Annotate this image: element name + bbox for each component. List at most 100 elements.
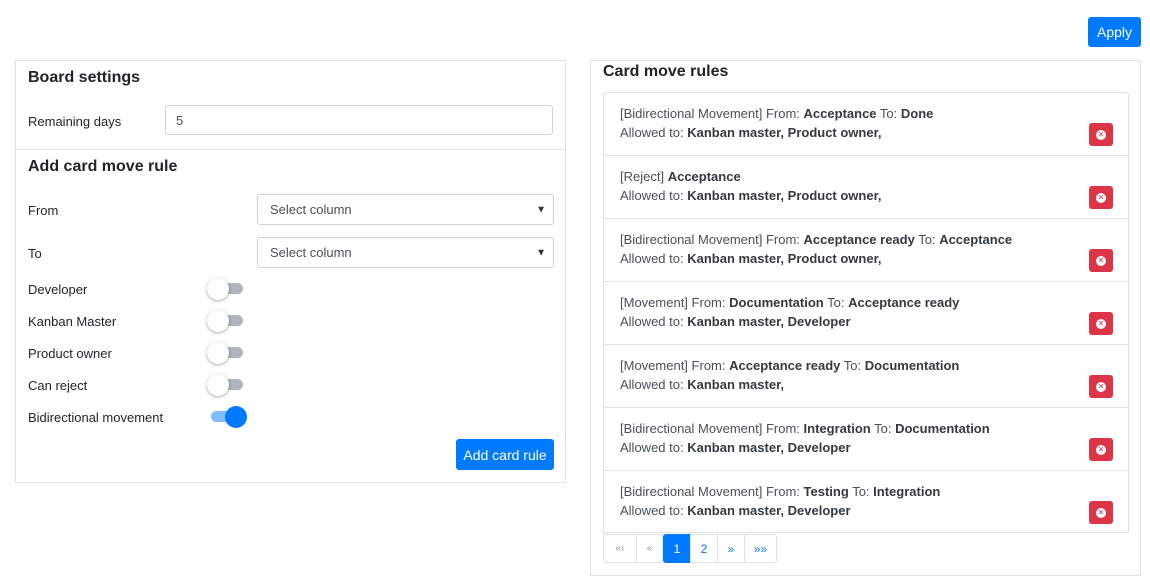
toggle-label: Kanban Master bbox=[28, 314, 117, 329]
x-circle-icon: ✕ bbox=[1096, 507, 1106, 518]
toggle-knob bbox=[207, 310, 229, 332]
rule-from: Acceptance ready bbox=[803, 232, 915, 247]
add-card-rule-button[interactable]: Add card rule bbox=[456, 439, 554, 470]
toggle-knob bbox=[225, 406, 247, 428]
page-prev-button[interactable]: « bbox=[636, 534, 663, 563]
to-select-value: Select column bbox=[270, 245, 352, 260]
allowed-prefix: Allowed to: bbox=[620, 503, 684, 518]
rule-type: [Bidirectional Movement] bbox=[620, 232, 763, 247]
toggle-switch[interactable] bbox=[207, 373, 247, 397]
allowed-prefix: Allowed to: bbox=[620, 440, 684, 455]
allowed-roles: Kanban master, Product owner, bbox=[687, 125, 882, 140]
toggle-switch[interactable] bbox=[207, 309, 247, 333]
rule-to: Documentation bbox=[864, 358, 960, 373]
delete-rule-button[interactable]: ✕ bbox=[1089, 249, 1113, 272]
rule-from: Integration bbox=[803, 421, 871, 436]
allowed-prefix: Allowed to: bbox=[620, 188, 684, 203]
page-number-button[interactable]: 1 bbox=[663, 534, 691, 563]
rule-type: [Bidirectional Movement] bbox=[620, 484, 763, 499]
remaining-days-input[interactable] bbox=[165, 105, 553, 135]
allowed-prefix: Allowed to: bbox=[620, 377, 684, 392]
caret-down-icon: ▼ bbox=[536, 204, 546, 215]
rule-from: Acceptance ready bbox=[729, 358, 841, 373]
toggle-label: Can reject bbox=[28, 378, 88, 393]
apply-button[interactable]: Apply bbox=[1088, 17, 1141, 47]
rule-item: [Movement] From: Documentation To: Accep… bbox=[603, 281, 1129, 344]
remaining-days-label: Remaining days bbox=[28, 114, 122, 129]
rule-description: [Bidirectional Movement] From: Acceptanc… bbox=[620, 232, 1012, 247]
rule-allowed: Allowed to: Kanban master, Developer bbox=[620, 503, 851, 518]
x-circle-icon: ✕ bbox=[1096, 192, 1106, 203]
rule-from: Documentation bbox=[729, 295, 824, 310]
rule-description: [Movement] From: Acceptance ready To: Do… bbox=[620, 358, 959, 373]
rule-item: [Bidirectional Movement] From: Testing T… bbox=[603, 470, 1129, 533]
rule-description: [Bidirectional Movement] From: Integrati… bbox=[620, 421, 990, 436]
rule-from-prefix: From: bbox=[765, 484, 800, 499]
toggle-switch[interactable] bbox=[207, 405, 247, 429]
delete-rule-button[interactable]: ✕ bbox=[1089, 375, 1113, 398]
rule-to-prefix: To: bbox=[918, 232, 936, 247]
allowed-roles: Kanban master, bbox=[687, 377, 785, 392]
page-last-button[interactable]: »» bbox=[744, 534, 777, 563]
rule-from: Testing bbox=[803, 484, 849, 499]
allowed-prefix: Allowed to: bbox=[620, 251, 684, 266]
rule-to-prefix: To: bbox=[879, 106, 898, 121]
toggle-switch[interactable] bbox=[207, 341, 247, 365]
delete-rule-button[interactable]: ✕ bbox=[1089, 501, 1113, 524]
from-select-value: Select column bbox=[270, 202, 352, 217]
rule-item: [Bidirectional Movement] From: Acceptanc… bbox=[603, 218, 1129, 281]
board-settings-panel: Board settings Remaining days Add card m… bbox=[15, 60, 566, 483]
caret-down-icon: ▼ bbox=[536, 247, 546, 258]
rule-type: [Reject] bbox=[620, 169, 665, 184]
delete-rule-button[interactable]: ✕ bbox=[1089, 186, 1113, 209]
rule-item: [Movement] From: Acceptance ready To: Do… bbox=[603, 344, 1129, 407]
rule-description: [Bidirectional Movement] From: Acceptanc… bbox=[620, 106, 933, 121]
add-rule-title: Add card move rule bbox=[28, 158, 178, 175]
to-select[interactable]: Select column ▼ bbox=[257, 237, 554, 268]
page-next-button[interactable]: » bbox=[717, 534, 745, 563]
rule-to-prefix: To: bbox=[843, 358, 862, 373]
rule-to-prefix: To: bbox=[874, 421, 892, 436]
rule-list: [Bidirectional Movement] From: Acceptanc… bbox=[603, 92, 1129, 533]
allowed-roles: Kanban master, Developer bbox=[687, 503, 851, 518]
rule-type: [Movement] bbox=[620, 358, 688, 373]
rule-to-prefix: To: bbox=[852, 484, 870, 499]
rule-to: Done bbox=[900, 106, 934, 121]
delete-rule-button[interactable]: ✕ bbox=[1089, 438, 1113, 461]
toggle-switch[interactable] bbox=[207, 277, 247, 301]
delete-rule-button[interactable]: ✕ bbox=[1089, 312, 1113, 335]
toggle-label: Bidirectional movement bbox=[28, 410, 164, 425]
rule-allowed: Allowed to: Kanban master, bbox=[620, 377, 784, 392]
delete-rule-button[interactable]: ✕ bbox=[1089, 123, 1113, 146]
rule-description: [Movement] From: Documentation To: Accep… bbox=[620, 295, 959, 310]
rule-to: Integration bbox=[873, 484, 941, 499]
allowed-roles: Kanban master, Product owner, bbox=[687, 188, 882, 203]
toggle-label: Product owner bbox=[28, 346, 112, 361]
page-first-button[interactable]: «‹ bbox=[603, 534, 637, 563]
rule-from-prefix: From: bbox=[691, 358, 726, 373]
allowed-prefix: Allowed to: bbox=[620, 314, 684, 329]
rule-from: Acceptance bbox=[803, 106, 877, 121]
rule-allowed: Allowed to: Kanban master, Developer bbox=[620, 440, 851, 455]
rule-type: [Bidirectional Movement] bbox=[620, 106, 763, 121]
rule-from-prefix: From: bbox=[765, 106, 800, 121]
rule-from-prefix: From: bbox=[691, 295, 726, 310]
rule-allowed: Allowed to: Kanban master, Product owner… bbox=[620, 251, 882, 266]
rule-to: Documentation bbox=[895, 421, 990, 436]
toggle-knob bbox=[207, 342, 229, 364]
rule-from-prefix: From: bbox=[765, 421, 800, 436]
rule-type: [Bidirectional Movement] bbox=[620, 421, 763, 436]
card-move-rules-panel: Card move rules [Bidirectional Movement]… bbox=[590, 60, 1141, 576]
rule-allowed: Allowed to: Kanban master, Product owner… bbox=[620, 125, 882, 140]
from-select[interactable]: Select column ▼ bbox=[257, 194, 554, 225]
card-move-rules-title: Card move rules bbox=[603, 63, 729, 80]
rule-from-prefix: From: bbox=[765, 232, 800, 247]
x-circle-icon: ✕ bbox=[1096, 129, 1106, 140]
toggle-knob bbox=[207, 278, 229, 300]
from-label: From bbox=[28, 203, 59, 218]
rule-allowed: Allowed to: Kanban master, Developer bbox=[620, 314, 851, 329]
pagination: «‹ « 12 » »» bbox=[603, 534, 777, 563]
x-circle-icon: ✕ bbox=[1096, 255, 1106, 266]
x-circle-icon: ✕ bbox=[1096, 444, 1106, 455]
page-number-button[interactable]: 2 bbox=[690, 534, 718, 563]
